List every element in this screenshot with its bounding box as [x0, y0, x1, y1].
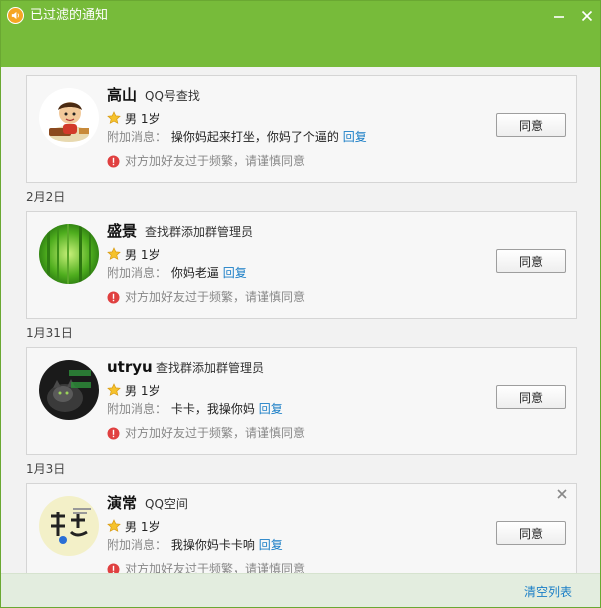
gender-age: 男 1岁 — [125, 111, 161, 126]
avatar[interactable] — [39, 496, 99, 556]
minimize-button[interactable] — [550, 7, 568, 25]
reply-link[interactable]: 回复 — [343, 130, 367, 144]
friend-request-card: utryu 查找群添加群管理员 男 1岁 附加消息： 卡卡，我操你妈 回复 对方… — [26, 347, 577, 455]
clear-list-link[interactable]: 清空列表 — [524, 585, 572, 599]
star-icon — [107, 383, 121, 397]
date-header: 1月3日 — [26, 462, 66, 476]
gender-age: 男 1岁 — [125, 383, 161, 398]
agree-button[interactable]: 同意 — [496, 385, 566, 409]
reply-link[interactable]: 回复 — [259, 538, 283, 552]
warning-text: 对方加好友过于频繁，请谨慎同意 — [125, 562, 306, 573]
avatar[interactable] — [39, 360, 99, 420]
gender-age: 男 1岁 — [125, 519, 161, 534]
agree-button[interactable]: 同意 — [496, 249, 566, 273]
request-source: QQ号查找 — [145, 89, 200, 103]
frequency-warning: 对方加好友过于频繁，请谨慎同意 — [107, 290, 305, 304]
request-source: 查找群添加群管理员 — [145, 225, 254, 239]
frequency-warning: 对方加好友过于频繁，请谨慎同意 — [107, 154, 305, 168]
date-header: 2月2日 — [26, 190, 66, 204]
requester-name: utryu — [107, 358, 153, 376]
agree-button[interactable]: 同意 — [496, 521, 566, 545]
date-header: 1月31日 — [26, 326, 73, 340]
warning-icon — [107, 427, 120, 440]
window-title: 已过滤的通知 — [30, 8, 109, 23]
frequency-warning: 对方加好友过于频繁，请谨慎同意 — [107, 426, 305, 440]
dark-cat-avatar-icon — [39, 360, 99, 420]
star-icon — [107, 247, 121, 261]
extra-message-label: 附加消息： — [107, 538, 168, 552]
friend-request-card: 高山 QQ号查找 男 1岁 附加消息： 操你妈起来打坐，你妈了个逼的 回复 对方… — [26, 75, 577, 183]
warning-icon — [107, 291, 120, 304]
filtered-notifications-window: 已过滤的通知 高山 QQ号查找 男 1岁 附加消息： 操你妈起来打坐，你妈了个逼… — [0, 0, 601, 608]
extra-message-label: 附加消息： — [107, 402, 168, 416]
warning-text: 对方加好友过于频繁，请谨慎同意 — [125, 290, 306, 304]
reply-link[interactable]: 回复 — [223, 266, 247, 280]
profile-meta: 男 1岁 — [107, 246, 160, 262]
minimize-icon — [554, 16, 564, 18]
request-source: QQ空间 — [145, 497, 188, 511]
close-button[interactable] — [578, 7, 596, 25]
friend-request-card: 演常 QQ空间 男 1岁 附加消息： 我操你妈卡卡响 回复 对方加好友过于频繁，… — [26, 483, 577, 573]
warning-icon — [107, 155, 120, 168]
avatar[interactable] — [39, 88, 99, 148]
extra-message-label: 附加消息： — [107, 130, 168, 144]
cartoon-avatar-icon — [39, 88, 99, 148]
extra-message: 附加消息： 我操你妈卡卡响 回复 — [107, 538, 283, 552]
warning-icon — [107, 563, 120, 573]
star-icon — [107, 111, 121, 125]
extra-message: 附加消息： 你妈老逼 回复 — [107, 266, 247, 280]
frequency-warning: 对方加好友过于频繁，请谨慎同意 — [107, 562, 305, 573]
profile-meta: 男 1岁 — [107, 110, 160, 126]
extra-message-label: 附加消息： — [107, 266, 168, 280]
extra-message: 附加消息： 卡卡，我操你妈 回复 — [107, 402, 283, 416]
extra-message-text: 我操你妈卡卡响 — [170, 538, 255, 552]
profile-meta: 男 1岁 — [107, 382, 160, 398]
reply-link[interactable]: 回复 — [259, 402, 283, 416]
text-logo-avatar-icon — [39, 496, 99, 556]
avatar[interactable] — [39, 224, 99, 284]
requester-name: 演常 — [107, 494, 138, 512]
agree-button[interactable]: 同意 — [496, 113, 566, 137]
remove-card-button[interactable] — [556, 488, 568, 500]
star-icon — [107, 519, 121, 533]
speaker-icon — [7, 7, 24, 24]
footer-bar: 清空列表 — [1, 573, 600, 607]
extra-message-text: 操你妈起来打坐，你妈了个逼的 — [170, 130, 339, 144]
close-icon — [557, 489, 567, 499]
requester-name: 盛景 — [107, 222, 138, 240]
bamboo-avatar-icon — [39, 224, 99, 284]
title-bar[interactable]: 已过滤的通知 — [1, 1, 600, 67]
profile-meta: 男 1岁 — [107, 518, 160, 534]
gender-age: 男 1岁 — [125, 247, 161, 262]
requester-name: 高山 — [107, 86, 138, 104]
warning-text: 对方加好友过于频繁，请谨慎同意 — [125, 426, 306, 440]
extra-message-text: 你妈老逼 — [170, 266, 219, 280]
close-icon — [581, 10, 593, 22]
extra-message: 附加消息： 操你妈起来打坐，你妈了个逼的 回复 — [107, 130, 367, 144]
request-source: 查找群添加群管理员 — [156, 361, 265, 375]
notification-list[interactable]: 高山 QQ号查找 男 1岁 附加消息： 操你妈起来打坐，你妈了个逼的 回复 对方… — [1, 67, 600, 573]
friend-request-card: 盛景 查找群添加群管理员 男 1岁 附加消息： 你妈老逼 回复 对方加好友过于频… — [26, 211, 577, 319]
warning-text: 对方加好友过于频繁，请谨慎同意 — [125, 154, 306, 168]
extra-message-text: 卡卡，我操你妈 — [170, 402, 255, 416]
